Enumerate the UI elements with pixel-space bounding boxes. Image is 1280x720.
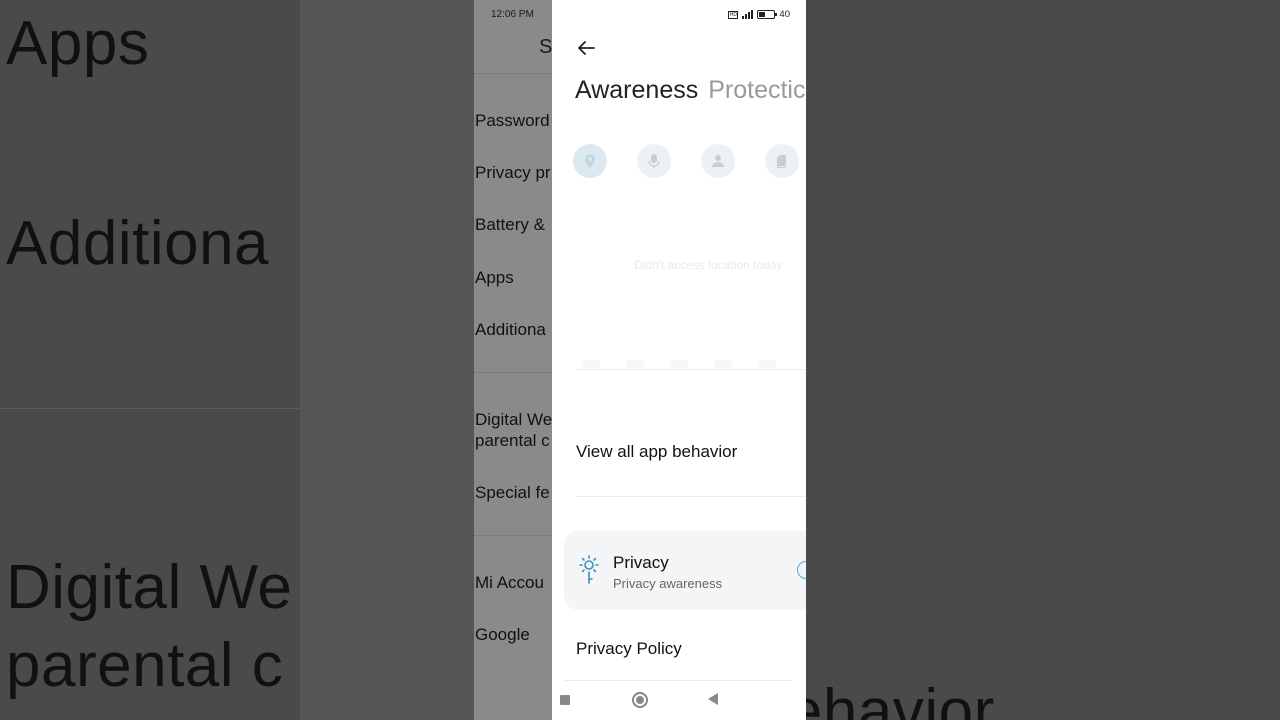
privacy-policy-link[interactable]: Privacy Policy: [576, 639, 682, 659]
settings-item: Battery &: [475, 215, 545, 234]
home-icon[interactable]: [632, 692, 648, 708]
privacy-bulb-icon: [579, 555, 599, 584]
status-time: 12:06 PM: [491, 9, 534, 20]
view-all-app-behavior-link[interactable]: View all app behavior: [576, 442, 737, 462]
microphone-icon[interactable]: [637, 144, 671, 178]
info-icon: [797, 561, 806, 579]
settings-item: Google: [475, 625, 530, 644]
background-dim-strip: [300, 0, 474, 720]
bg-text: Digital We: [6, 553, 293, 622]
settings-item: Additiona: [475, 320, 546, 339]
signal-icon: [742, 10, 754, 19]
divider: [564, 680, 792, 681]
bg-text: View all app behavior: [806, 677, 995, 720]
settings-item: Special fe: [475, 483, 550, 502]
battery-level: 40: [779, 9, 790, 20]
navigation-bar: [552, 684, 806, 720]
back-triangle-icon[interactable]: [708, 693, 718, 705]
bg-divider: [0, 408, 300, 409]
tab-protection[interactable]: Protectic: [708, 76, 805, 104]
tab-bar: Awareness Protectic: [575, 76, 805, 105]
contacts-icon[interactable]: [701, 144, 735, 178]
status-bar: HD 40: [728, 9, 790, 20]
sim-icon: HD: [728, 10, 739, 19]
chart-placeholder: [582, 360, 776, 368]
privacy-awareness-card[interactable]: Privacy Privacy awareness: [564, 531, 806, 610]
bg-text: Apps: [6, 9, 150, 78]
recents-icon[interactable]: [560, 695, 570, 705]
settings-title: S: [539, 36, 552, 58]
divider: [576, 369, 806, 370]
settings-item: Mi Accou: [475, 573, 544, 592]
privacy-panel: HD 40 Awareness Protectic Didn't access l…: [552, 0, 806, 720]
empty-state-message: Didn't access location today: [634, 258, 783, 272]
settings-item: parental c: [475, 431, 550, 450]
privacy-card-subtitle: Privacy awareness: [613, 576, 723, 591]
permission-filter-row: [573, 144, 799, 178]
privacy-card-title: Privacy: [613, 553, 669, 572]
settings-item: Privacy pr: [475, 163, 551, 182]
background-left-blur: Apps Additiona Digital We parental c: [0, 0, 300, 720]
divider: [474, 535, 552, 536]
settings-item: Digital We: [475, 410, 552, 429]
bg-text: parental c: [6, 631, 284, 700]
bg-text: Additiona: [6, 209, 270, 278]
settings-item: Password: [475, 111, 550, 130]
storage-icon[interactable]: [765, 144, 799, 178]
background-right-blur: View all app behavior: [806, 0, 1280, 720]
settings-item: Apps: [475, 268, 514, 287]
tab-awareness[interactable]: Awareness: [575, 76, 698, 104]
arrow-left-icon[interactable]: [574, 36, 598, 60]
divider: [474, 372, 552, 373]
settings-screen-behind: 12:06 PM S Password Privacy pr Battery &…: [474, 0, 552, 720]
location-icon[interactable]: [573, 144, 607, 178]
battery-icon: [757, 10, 778, 19]
divider: [474, 73, 552, 74]
divider: [576, 496, 806, 497]
